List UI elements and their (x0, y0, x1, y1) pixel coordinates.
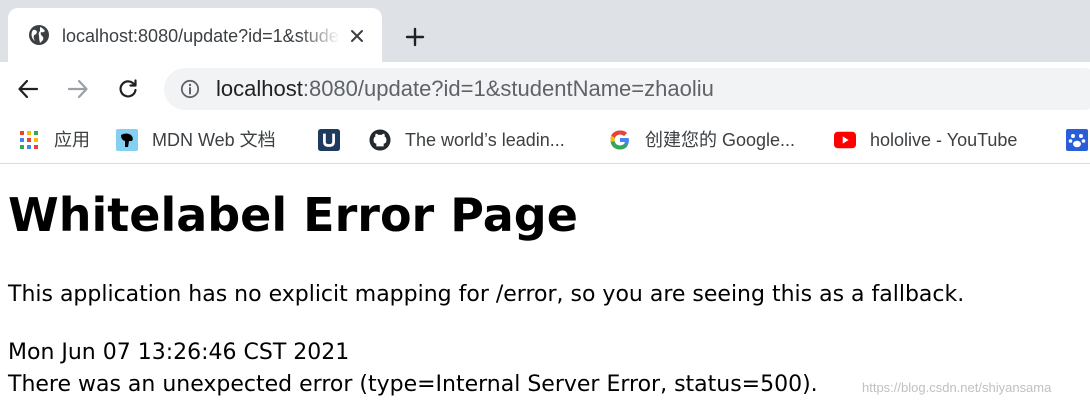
u-logo-icon (318, 129, 340, 151)
watermark-text: https://blog.csdn.net/shiyansama (862, 380, 1052, 395)
youtube-icon (834, 129, 856, 151)
url-path: :8080/update?id=1&studentName=zhaoliu (302, 76, 714, 101)
url-text[interactable]: localhost:8080/update?id=1&studentName=z… (216, 76, 714, 102)
bookmark-mdn[interactable]: MDN Web 文档 (116, 126, 276, 154)
back-arrow-icon[interactable] (11, 72, 45, 106)
google-icon (609, 129, 631, 151)
page-title: Whitelabel Error Page (8, 188, 578, 242)
info-icon[interactable] (180, 79, 200, 99)
address-bar[interactable]: localhost:8080/update?id=1&studentName=z… (164, 68, 1090, 110)
forward-arrow-icon[interactable] (61, 72, 95, 106)
tab-title: localhost:8080/update?id=1&studentName=z… (62, 26, 340, 46)
paw-icon (1066, 129, 1088, 151)
error-message: This application has no explicit mapping… (8, 282, 965, 307)
bookmark-apps[interactable]: 应用 (18, 126, 90, 154)
apps-grid-icon (18, 129, 40, 151)
bookmark-youtube[interactable]: hololive - YouTube (834, 126, 1017, 154)
bookmark-github[interactable]: The world’s leadin... (369, 126, 565, 154)
bookmark-label: 创建您的 Google... (645, 130, 796, 150)
reload-icon[interactable] (111, 72, 145, 106)
bookmark-label: MDN Web 文档 (152, 130, 276, 150)
error-timestamp: Mon Jun 07 13:26:46 CST 2021 (8, 340, 350, 365)
error-detail: There was an unexpected error (type=Inte… (8, 372, 818, 397)
browser-toolbar: localhost:8080/update?id=1&studentName=z… (0, 62, 1090, 116)
mdn-icon (116, 129, 138, 151)
globe-icon (28, 24, 50, 46)
page-content: Whitelabel Error Page This application h… (0, 165, 1090, 407)
close-icon[interactable] (344, 23, 370, 49)
plus-icon[interactable] (398, 20, 432, 54)
bookmark-label: The world’s leadin... (405, 130, 565, 150)
browser-tab[interactable]: localhost:8080/update?id=1&studentName=z… (8, 8, 382, 62)
bookmark-u[interactable] (318, 126, 340, 154)
url-host: localhost (216, 76, 303, 101)
bookmarks-bar: 应用 MDN Web 文档 The world’s leadin... 创建您的… (0, 116, 1090, 164)
tab-strip: localhost:8080/update?id=1&studentName=z… (0, 0, 1090, 62)
bookmark-label: hololive - YouTube (870, 130, 1018, 150)
bookmark-label: 应用 (54, 130, 90, 150)
bookmark-google[interactable]: 创建您的 Google... (609, 126, 795, 154)
bookmark-paw[interactable] (1066, 126, 1088, 154)
github-icon (369, 129, 391, 151)
